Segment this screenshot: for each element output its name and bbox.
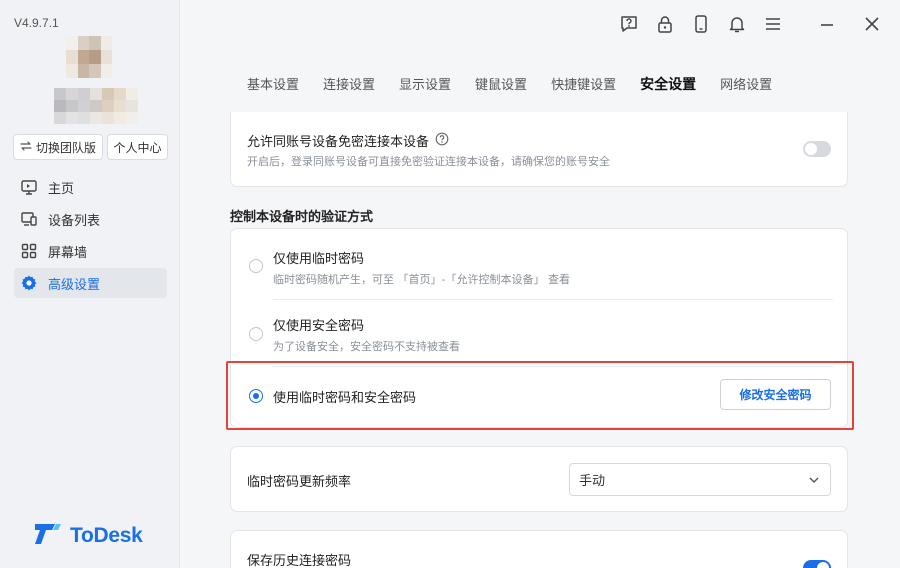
gear-icon — [20, 274, 38, 292]
todesk-logo-icon — [34, 522, 64, 550]
switch-team-button[interactable]: 切换团队版 — [13, 134, 103, 160]
personal-center-label: 个人中心 — [113, 140, 162, 155]
device-list-icon — [20, 210, 38, 228]
option-label: 仅使用临时密码 — [273, 252, 365, 267]
help-icon[interactable] — [618, 13, 640, 35]
verification-section-title: 控制本设备时的验证方式 — [230, 210, 374, 225]
sidebar-item-device-list[interactable]: 设备列表 — [14, 204, 167, 234]
switch-team-label: 切换团队版 — [35, 140, 96, 155]
temp-password-frequency-select[interactable]: 手动 — [569, 463, 831, 496]
sidebar-item-label: 主页 — [48, 181, 75, 197]
tab-display-settings[interactable]: 显示设置 — [399, 74, 451, 94]
version-label: V4.9.7.1 — [14, 16, 59, 30]
sidebar: V4.9.7.1 切换团队版 个人中心 主页 设备列表 屏幕墙 高级设置 ToD… — [0, 0, 180, 568]
brand-name: ToDesk — [70, 524, 143, 547]
minimize-icon[interactable] — [816, 13, 838, 35]
history-password-card: 保存历史连接密码 — [230, 530, 848, 568]
radio-temp-password[interactable] — [249, 259, 263, 273]
tab-network-settings[interactable]: 网络设置 — [720, 74, 772, 94]
divider — [273, 299, 833, 300]
option-label: 仅使用安全密码 — [273, 319, 365, 334]
select-value: 手动 — [579, 474, 606, 489]
sidebar-item-label: 屏幕墙 — [48, 245, 88, 261]
sidebar-item-label: 高级设置 — [48, 277, 101, 293]
bell-icon[interactable] — [726, 13, 748, 35]
grid-icon — [20, 242, 38, 260]
lock-icon[interactable] — [654, 13, 676, 35]
close-icon[interactable] — [861, 13, 883, 35]
question-icon[interactable] — [435, 131, 449, 150]
sidebar-item-screen-wall[interactable]: 屏幕墙 — [14, 236, 167, 266]
history-password-toggle[interactable] — [803, 560, 831, 568]
chevron-down-icon — [808, 474, 820, 490]
sidebar-item-advanced-settings[interactable]: 高级设置 — [14, 268, 167, 298]
avatar[interactable] — [66, 36, 112, 78]
option-description: 为了设备安全，安全密码不支持被查看 — [273, 340, 460, 353]
sidebar-item-home[interactable]: 主页 — [14, 172, 167, 202]
monitor-icon — [20, 178, 38, 196]
modify-security-password-button[interactable]: 修改安全密码 — [720, 379, 831, 410]
radio-security-password[interactable] — [249, 327, 263, 341]
same-account-title: 允许同账号设备免密连接本设备 — [247, 135, 430, 150]
tab-basic-settings[interactable]: 基本设置 — [247, 74, 299, 94]
tab-keyboard-mouse-settings[interactable]: 键鼠设置 — [475, 74, 527, 94]
phone-icon[interactable] — [690, 13, 712, 35]
option-description: 临时密码随机产生，可至 「首页」-「允许控制本设备」 查看 — [273, 273, 570, 286]
temp-password-frequency-label: 临时密码更新频率 — [247, 475, 352, 490]
sidebar-item-label: 设备列表 — [48, 213, 101, 229]
same-account-toggle[interactable] — [803, 141, 831, 157]
same-account-description: 开启后，登录同账号设备可直接免密验证连接本设备，请确保您的账号安全 — [247, 155, 610, 168]
brand-logo: ToDesk — [34, 522, 143, 550]
tab-shortcut-settings[interactable]: 快捷键设置 — [551, 74, 616, 94]
swap-icon — [20, 140, 32, 155]
personal-center-button[interactable]: 个人中心 — [107, 134, 168, 160]
history-password-label: 保存历史连接密码 — [247, 554, 352, 568]
tab-security-settings[interactable]: 安全设置 — [640, 74, 696, 94]
username-blurred — [54, 88, 138, 124]
sidebar-nav: 主页 设备列表 屏幕墙 高级设置 — [14, 172, 167, 300]
settings-tabs: 基本设置 连接设置 显示设置 键鼠设置 快捷键设置 安全设置 网络设置 — [247, 74, 772, 94]
same-account-card: 允许同账号设备免密连接本设备 开启后，登录同账号设备可直接免密验证连接本设备，请… — [230, 112, 848, 187]
title-bar — [180, 0, 900, 50]
tab-connection-settings[interactable]: 连接设置 — [323, 74, 375, 94]
menu-icon[interactable] — [762, 13, 784, 35]
